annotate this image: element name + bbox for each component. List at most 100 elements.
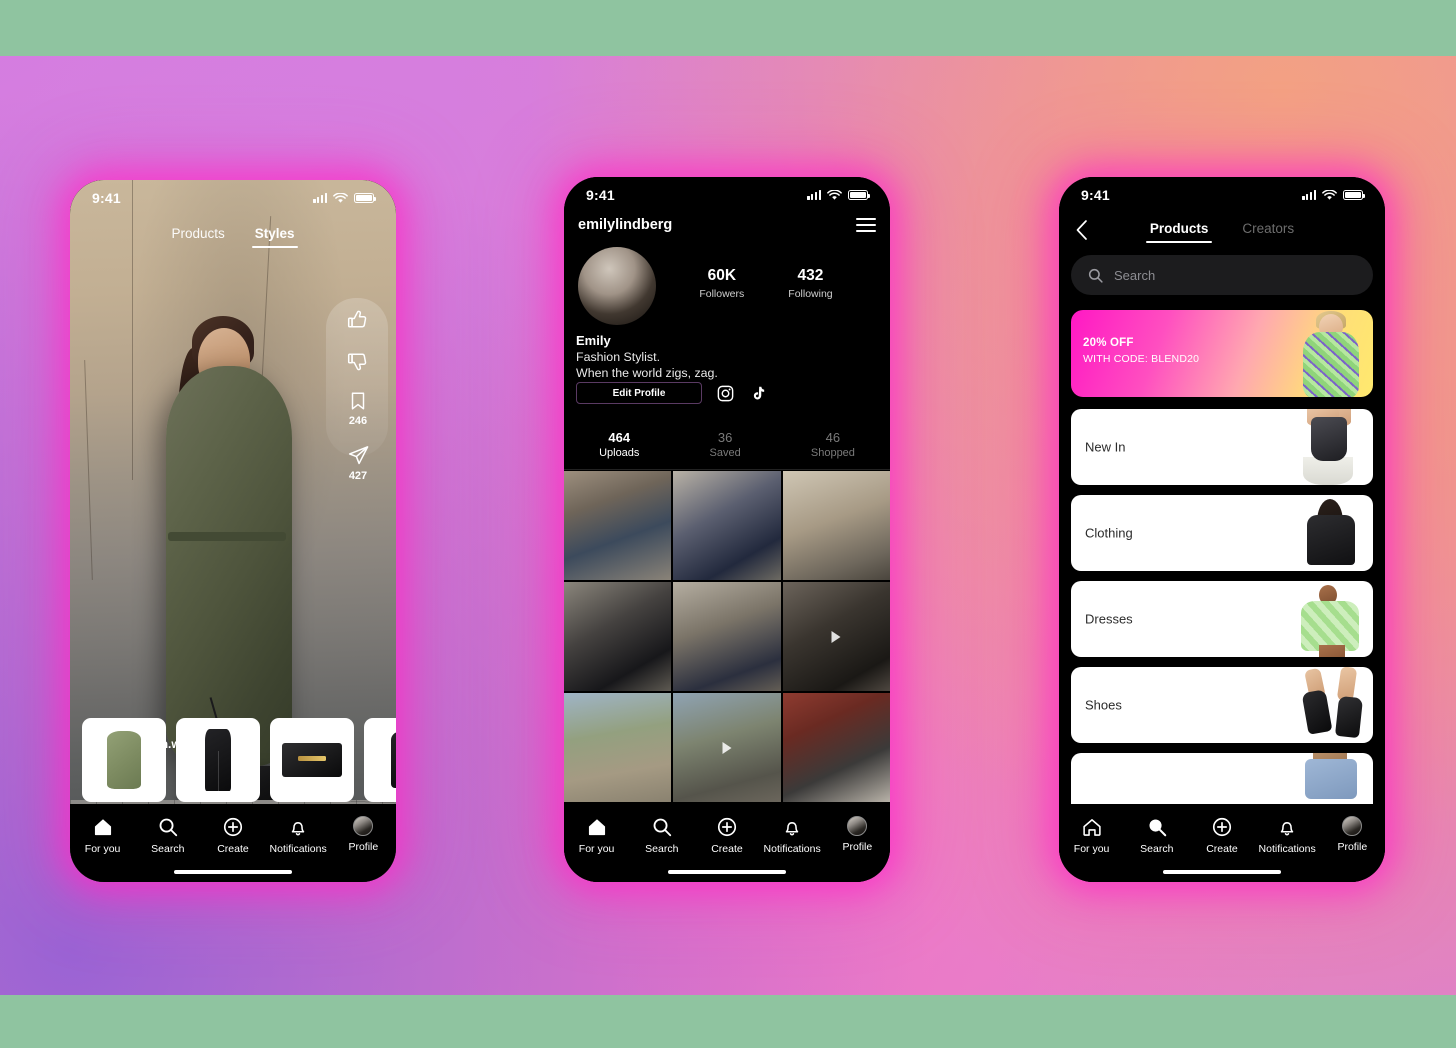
segment-shopped[interactable]: 46 Shopped: [811, 430, 855, 459]
tab-notifications[interactable]: Notifications: [1255, 816, 1319, 855]
product-carousel[interactable]: [82, 718, 396, 802]
tab-search[interactable]: Search: [1125, 816, 1189, 855]
tab-for-you[interactable]: For you: [565, 816, 629, 855]
stat-followers[interactable]: 60K Followers: [699, 267, 744, 300]
video-play-icon: [722, 741, 732, 754]
product-card-bag[interactable]: [270, 718, 354, 802]
tab-label-search: Search: [645, 843, 679, 855]
bookmark-icon: [351, 392, 365, 410]
tab-profile[interactable]: Profile: [1320, 816, 1384, 853]
share-count: 427: [348, 470, 368, 482]
black-trousers-icon: [205, 729, 231, 791]
category-row-clothing[interactable]: Clothing: [1071, 495, 1373, 571]
tab-profile[interactable]: Profile: [331, 816, 395, 853]
grid-photo-4[interactable]: [564, 582, 672, 691]
tab-products[interactable]: Products: [1145, 221, 1212, 243]
black-chelsea-boots-image: [1275, 667, 1373, 743]
tab-label-search: Search: [1140, 843, 1174, 855]
tab-notifications[interactable]: Notifications: [266, 816, 330, 855]
grid-photo-3[interactable]: [782, 471, 890, 580]
tab-profile[interactable]: Profile: [825, 816, 889, 853]
search-icon: [1088, 268, 1103, 283]
tab-styles[interactable]: Styles: [251, 226, 298, 248]
back-button[interactable]: [1069, 217, 1095, 243]
tab-search[interactable]: Search: [630, 816, 694, 855]
home-icon: [1082, 819, 1101, 836]
phone-mockup-search: 9:41 Products Creators Search 20% OFF WI…: [1059, 177, 1385, 882]
plus-circle-icon: [717, 817, 737, 837]
promo-model-image: [1291, 310, 1369, 397]
uploads-count: 464: [608, 430, 631, 445]
bell-icon: [291, 822, 305, 836]
category-row-new-in[interactable]: New In: [1071, 409, 1373, 485]
cellular-signal-icon: [313, 193, 327, 203]
profile-action-row: Edit Profile: [576, 382, 766, 404]
tab-create[interactable]: Create: [1190, 816, 1254, 855]
tab-for-you[interactable]: For you: [71, 816, 135, 855]
grid-photo-7[interactable]: [564, 693, 672, 802]
shopped-count: 46: [825, 430, 841, 445]
battery-icon: [848, 190, 870, 200]
tab-label-notifications: Notifications: [763, 843, 821, 855]
segment-saved[interactable]: 36 Saved: [710, 430, 741, 459]
display-name: Emily: [576, 333, 611, 348]
tab-label-profile: Profile: [1337, 841, 1368, 853]
edit-profile-button[interactable]: Edit Profile: [576, 382, 702, 404]
product-card-coat[interactable]: [82, 718, 166, 802]
profile-avatar[interactable]: [578, 247, 656, 325]
feed-hero-photo: [70, 180, 396, 882]
grid-photo-1[interactable]: [564, 471, 672, 580]
home-icon: [588, 819, 605, 836]
wifi-icon: [1322, 189, 1337, 200]
tab-notifications[interactable]: Notifications: [760, 816, 824, 855]
tab-label-notifications: Notifications: [1258, 843, 1316, 855]
search-input[interactable]: Search: [1071, 255, 1373, 295]
category-row-dresses[interactable]: Dresses: [1071, 581, 1373, 657]
search-placeholder: Search: [1114, 267, 1156, 283]
model-trench-coat: [166, 366, 292, 766]
hamburger-menu-icon[interactable]: [856, 217, 876, 233]
like-button[interactable]: [346, 308, 370, 332]
save-button[interactable]: 246: [347, 390, 369, 427]
background-band-top: [0, 0, 1456, 56]
stat-following[interactable]: 432 Following: [788, 267, 832, 300]
tab-search[interactable]: Search: [136, 816, 200, 855]
cellular-signal-icon: [1302, 190, 1316, 200]
status-time: 9:41: [92, 190, 121, 206]
profile-header: emilylindberg: [564, 217, 890, 233]
dislike-button[interactable]: [346, 349, 370, 373]
grid-photo-8[interactable]: [673, 693, 781, 802]
video-play-icon: [831, 630, 841, 643]
tiktok-icon[interactable]: [749, 384, 766, 403]
tab-create[interactable]: Create: [201, 816, 265, 855]
thumbs-down-icon: [347, 353, 367, 371]
promo-text: 20% OFF WITH CODE: BLEND20: [1083, 337, 1199, 365]
product-card-trousers[interactable]: [176, 718, 260, 802]
wifi-icon: [827, 189, 842, 200]
tab-for-you[interactable]: For you: [1060, 816, 1124, 855]
following-count: 432: [797, 267, 824, 284]
tab-create[interactable]: Create: [695, 816, 759, 855]
corset-top-model-image: [1275, 409, 1373, 485]
instagram-icon[interactable]: [716, 384, 735, 403]
product-card-boot[interactable]: [364, 718, 396, 802]
save-count: 246: [348, 415, 368, 427]
grid-photo-6[interactable]: [782, 582, 890, 691]
profile-photo-grid: [564, 471, 890, 802]
feed-tab-switcher: Products Styles: [70, 226, 396, 248]
bio-line-1: Fashion Stylist.: [576, 350, 661, 364]
grid-photo-9[interactable]: [782, 693, 890, 802]
share-button[interactable]: 427: [347, 444, 370, 482]
home-indicator: [668, 869, 786, 874]
tab-creators[interactable]: Creators: [1242, 221, 1294, 243]
tab-label-for-you: For you: [84, 843, 121, 855]
segment-uploads[interactable]: 464 Uploads: [599, 430, 639, 459]
category-row-shoes[interactable]: Shoes: [1071, 667, 1373, 743]
grid-photo-2[interactable]: [673, 471, 781, 580]
search-icon: [1149, 819, 1167, 837]
home-indicator: [174, 869, 292, 874]
grid-photo-5[interactable]: [673, 582, 781, 691]
bell-icon: [1280, 822, 1294, 836]
tab-products[interactable]: Products: [171, 226, 224, 248]
promo-banner[interactable]: 20% OFF WITH CODE: BLEND20: [1071, 310, 1373, 397]
